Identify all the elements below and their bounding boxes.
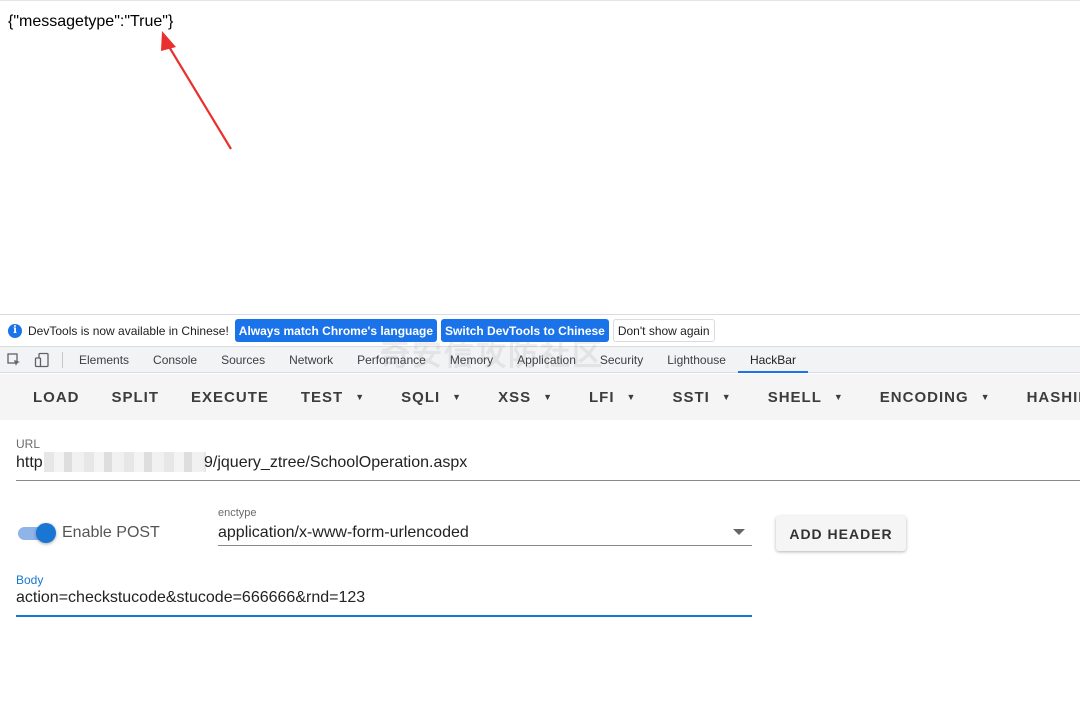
device-toolbar-icon[interactable] bbox=[28, 347, 56, 373]
redacted-host-blur bbox=[44, 452, 206, 472]
xss-menu-button[interactable]: XSS ▼ bbox=[478, 374, 569, 420]
url-prefix-text: http bbox=[16, 454, 43, 471]
inspect-element-icon[interactable] bbox=[0, 347, 28, 373]
caret-down-icon: ▼ bbox=[543, 392, 554, 402]
body-input[interactable]: action=checkstucode&stucode=666666&rnd=1… bbox=[16, 589, 365, 607]
dropdown-caret-icon[interactable] bbox=[733, 529, 745, 535]
caret-down-icon: ▼ bbox=[452, 392, 463, 402]
split-button[interactable]: SPLIT bbox=[96, 374, 176, 420]
caret-down-icon: ▼ bbox=[721, 392, 732, 402]
enctype-select[interactable]: application/x-www-form-urlencoded bbox=[218, 524, 469, 542]
load-button[interactable]: LOAD bbox=[0, 374, 96, 420]
lfi-menu-label: LFI bbox=[589, 388, 615, 406]
caret-down-icon: ▼ bbox=[355, 392, 366, 402]
url-field-label: URL bbox=[16, 437, 41, 451]
xss-menu-label: XSS bbox=[498, 388, 532, 406]
tab-console[interactable]: Console bbox=[141, 347, 209, 373]
page-content: {"messagetype":"True"} bbox=[0, 0, 1080, 314]
test-menu-button[interactable]: TEST ▼ bbox=[285, 374, 381, 420]
caret-down-icon: ▼ bbox=[626, 392, 637, 402]
test-menu-label: TEST bbox=[300, 388, 344, 406]
devtools-tab-bar: Elements Console Sources Network Perform… bbox=[0, 346, 1080, 373]
body-input-underline bbox=[16, 615, 752, 617]
tab-separator bbox=[62, 351, 63, 368]
enable-post-label: Enable POST bbox=[62, 524, 160, 541]
lfi-menu-button[interactable]: LFI ▼ bbox=[569, 374, 652, 420]
dont-show-again-button[interactable]: Don't show again bbox=[612, 319, 715, 342]
tab-application[interactable]: Application bbox=[505, 347, 588, 373]
add-header-button[interactable]: ADD HEADER bbox=[776, 516, 906, 551]
shell-menu-label: SHELL bbox=[767, 388, 822, 406]
infobar-message: DevTools is now available in Chinese! bbox=[28, 323, 229, 338]
sqli-menu-label: SQLI bbox=[401, 388, 441, 406]
tab-elements[interactable]: Elements bbox=[67, 347, 141, 373]
ssti-menu-button[interactable]: SSTI ▼ bbox=[652, 374, 747, 420]
devtools-language-infobar: i DevTools is now available in Chinese! … bbox=[0, 314, 1080, 346]
always-match-language-button[interactable]: Always match Chrome's language bbox=[234, 319, 438, 342]
tab-memory[interactable]: Memory bbox=[438, 347, 505, 373]
tab-sources[interactable]: Sources bbox=[209, 347, 277, 373]
tab-performance[interactable]: Performance bbox=[345, 347, 438, 373]
tab-hackbar[interactable]: HackBar bbox=[737, 347, 808, 373]
hashing-menu-label: HASHING bbox=[1026, 388, 1080, 406]
enctype-label: enctype bbox=[218, 507, 257, 519]
info-icon: i bbox=[8, 323, 22, 338]
hashing-menu-button[interactable]: HASHING ▼ bbox=[1007, 374, 1080, 420]
body-field-label: Body bbox=[16, 573, 44, 587]
caret-down-icon: ▼ bbox=[980, 392, 991, 402]
execute-button[interactable]: EXECUTE bbox=[175, 374, 285, 420]
tab-lighthouse[interactable]: Lighthouse bbox=[655, 347, 738, 373]
switch-to-chinese-button[interactable]: Switch DevTools to Chinese bbox=[441, 319, 609, 342]
enable-post-toggle[interactable] bbox=[18, 523, 56, 543]
encoding-menu-button[interactable]: ENCODING ▼ bbox=[860, 374, 1007, 420]
toggle-knob bbox=[36, 523, 56, 543]
url-input-underline bbox=[16, 480, 1080, 481]
shell-menu-button[interactable]: SHELL ▼ bbox=[748, 374, 860, 420]
enctype-underline bbox=[218, 545, 752, 546]
url-path-text: 9/jquery_ztree/SchoolOperation.aspx bbox=[204, 454, 468, 471]
ssti-menu-label: SSTI bbox=[672, 388, 710, 406]
hackbar-toolbar: LOAD SPLIT EXECUTE TEST ▼ SQLI ▼ XSS ▼ L… bbox=[0, 374, 1080, 420]
sqli-menu-button[interactable]: SQLI ▼ bbox=[385, 374, 478, 420]
caret-down-icon: ▼ bbox=[833, 392, 844, 402]
tab-security[interactable]: Security bbox=[588, 347, 655, 373]
encoding-menu-label: ENCODING bbox=[879, 388, 969, 406]
tab-network[interactable]: Network bbox=[277, 347, 345, 373]
red-arrow-annotation bbox=[161, 31, 232, 150]
